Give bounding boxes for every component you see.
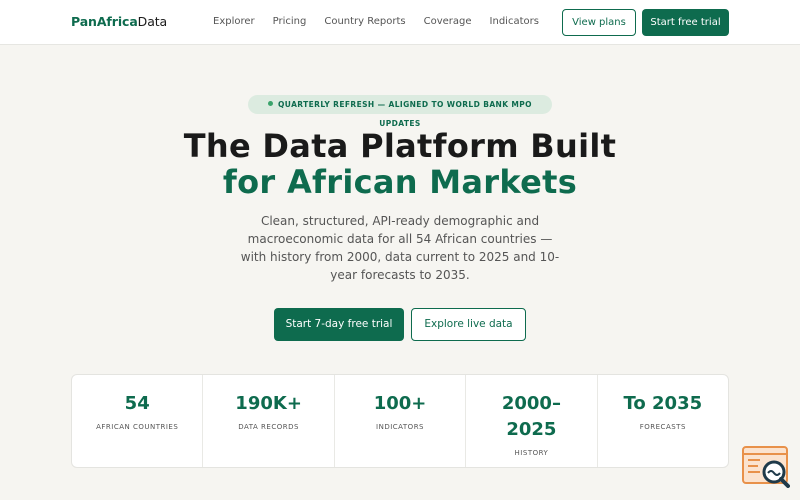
stat-value: 190K+ <box>235 393 302 414</box>
stat-value: 54 <box>124 393 150 414</box>
stat-countries: 54 AFRICAN COUNTRIES <box>72 375 204 467</box>
explore-live-data-button[interactable]: Explore live data <box>411 308 526 341</box>
start-7-day-trial-button[interactable]: Start 7-day free trial <box>274 308 404 341</box>
hero-title-line1: The Data Platform Built <box>183 127 617 165</box>
logo[interactable]: PanAfricaData <box>71 14 167 29</box>
stat-label: AFRICAN COUNTRIES <box>96 423 179 431</box>
stat-indicators: 100+ INDICATORS <box>335 375 467 467</box>
hero-title: The Data Platform Built for African Mark… <box>0 128 800 200</box>
nav-indicators[interactable]: Indicators <box>490 16 539 27</box>
main-nav: Explorer Pricing Country Reports Coverag… <box>213 16 557 27</box>
logo-brand: PanAfrica <box>71 14 138 29</box>
stat-records: 190K+ DATA RECORDS <box>203 375 335 467</box>
start-free-trial-button[interactable]: Start free trial <box>642 9 729 36</box>
nav-pricing[interactable]: Pricing <box>273 16 307 27</box>
badge-text: QUARTERLY REFRESH — ALIGNED TO WORLD BAN… <box>278 100 532 128</box>
status-dot-icon <box>268 101 274 106</box>
stat-label: HISTORY <box>514 449 549 457</box>
site-header: PanAfricaData Explorer Pricing Country R… <box>0 0 800 45</box>
view-plans-button[interactable]: View plans <box>562 9 636 36</box>
stat-label: INDICATORS <box>376 423 424 431</box>
stat-label: DATA RECORDS <box>238 423 299 431</box>
stat-value: 100+ <box>373 393 427 414</box>
hero-subtitle: Clean, structured, API-ready demographic… <box>240 214 560 282</box>
hero-title-line2: for African Markets <box>222 163 578 201</box>
stat-forecasts: To 2035 FORECASTS <box>598 375 728 467</box>
nav-coverage[interactable]: Coverage <box>424 16 472 27</box>
nav-explorer[interactable]: Explorer <box>213 16 255 27</box>
nav-country-reports[interactable]: Country Reports <box>324 16 405 27</box>
chat-search-icon[interactable] <box>742 446 790 488</box>
stat-history: 2000–2025 HISTORY <box>466 375 598 467</box>
refresh-badge: QUARTERLY REFRESH — ALIGNED TO WORLD BAN… <box>248 95 552 128</box>
stat-value: 2000–2025 <box>501 393 561 440</box>
stats-panel: 54 AFRICAN COUNTRIES 190K+ DATA RECORDS … <box>71 374 729 468</box>
logo-rest: Data <box>137 14 168 29</box>
stat-value: To 2035 <box>623 393 703 414</box>
stat-label: FORECASTS <box>639 423 686 431</box>
